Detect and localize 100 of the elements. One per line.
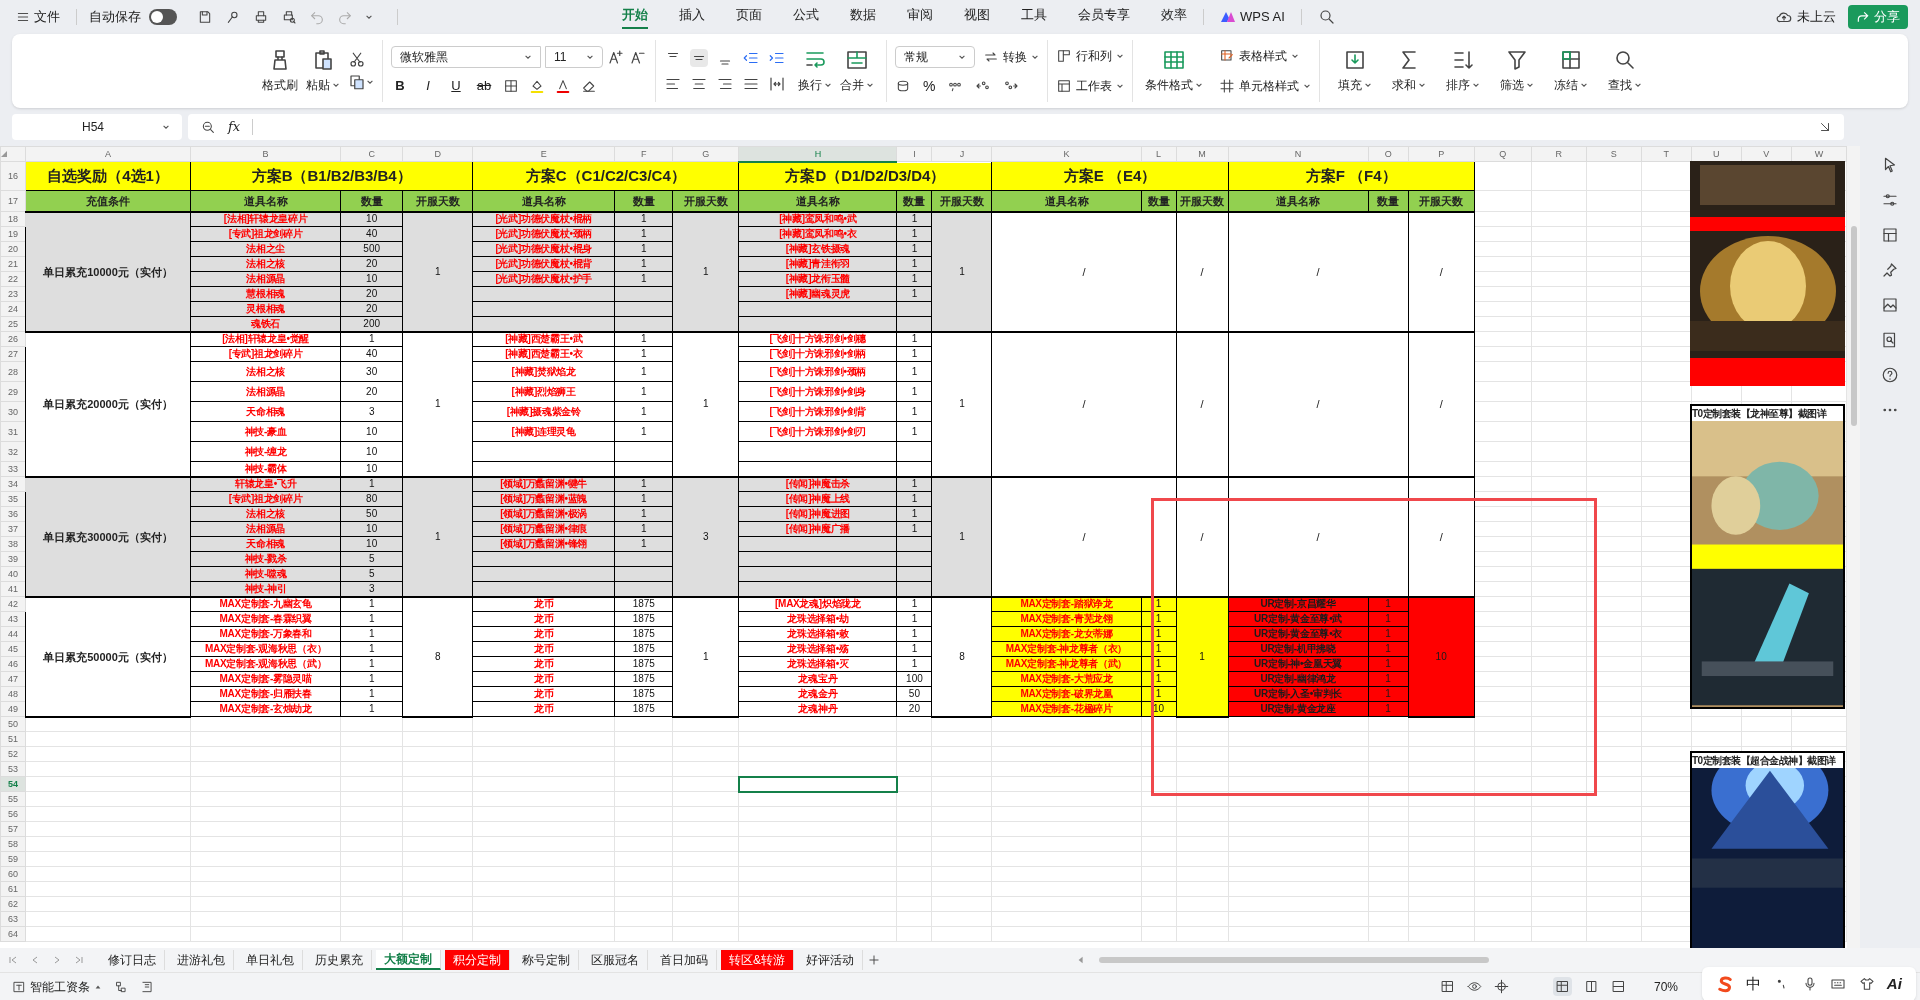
column-header[interactable]: G [672, 146, 739, 162]
sheet-tab[interactable]: 积分定制 [445, 950, 510, 970]
sheet-tab[interactable]: 转区&转游 [721, 950, 794, 970]
number-format-field[interactable]: 常规 [895, 45, 975, 68]
search-icon[interactable] [1317, 8, 1336, 26]
horizontal-scrollbar-thumb[interactable] [1099, 957, 1489, 963]
microphone-icon[interactable] [1802, 976, 1818, 992]
text-style-button[interactable]: I [419, 76, 437, 96]
scroll-left-icon[interactable] [1077, 956, 1085, 964]
cut-icon[interactable] [348, 51, 366, 69]
help-icon[interactable] [1881, 366, 1899, 384]
selected-cell[interactable] [738, 776, 897, 792]
percent-button[interactable]: % [923, 75, 936, 97]
normal-view-icon[interactable] [1554, 979, 1570, 994]
page-view-icon[interactable] [1583, 979, 1599, 994]
zoom-level[interactable]: 70% [1653, 977, 1678, 996]
ribbon-tab[interactable]: 公式 [793, 5, 819, 29]
conditional-format-button[interactable]: 条件格式 [1141, 48, 1207, 94]
sheet-tab[interactable]: 修订日志 [100, 950, 165, 970]
collapse-formula-icon[interactable] [1818, 120, 1832, 134]
wrap-text-button[interactable]: 换行 [794, 48, 836, 94]
row-number[interactable]: 32 [0, 441, 26, 462]
grow-font-icon[interactable] [607, 48, 625, 67]
column-header[interactable]: P [1408, 146, 1475, 162]
eye-icon[interactable] [1466, 979, 1482, 994]
font-color-icon[interactable] [555, 78, 571, 94]
column-header[interactable]: E [472, 146, 615, 162]
row-number[interactable]: 17 [0, 190, 26, 212]
filter-button[interactable]: 筛选 [1496, 48, 1538, 94]
column-header[interactable]: W [1791, 146, 1847, 162]
sort-button[interactable]: 排序 [1442, 48, 1484, 94]
column-header[interactable]: C [340, 146, 403, 162]
select-all-icon[interactable] [1, 151, 7, 157]
find-button[interactable]: 查找 [1604, 48, 1646, 94]
font-size-field[interactable]: 11 [545, 46, 603, 69]
column-header[interactable]: F [614, 146, 673, 162]
column-header[interactable]: Q [1474, 146, 1532, 162]
zoom-formula-icon[interactable] [200, 119, 216, 135]
input-mode-label[interactable]: 中 [1746, 972, 1762, 996]
row-number[interactable]: 16 [0, 161, 26, 191]
pin-icon[interactable] [225, 9, 241, 25]
column-header[interactable]: N [1228, 146, 1369, 162]
print-preview-icon[interactable] [281, 9, 297, 25]
sheet-tab[interactable]: 首日加码 [652, 950, 717, 970]
text-style-button[interactable]: B [391, 76, 409, 96]
format-painter-button[interactable]: 格式刷 [258, 48, 302, 94]
freeze-button[interactable]: 冻结 [1550, 48, 1592, 94]
image-icon[interactable] [1881, 296, 1899, 314]
save-icon[interactable] [197, 9, 213, 25]
ribbon-tab[interactable]: 数据 [850, 5, 876, 29]
row-number[interactable]: 29 [0, 381, 26, 402]
row-number[interactable]: 31 [0, 421, 26, 442]
column-header[interactable]: U [1691, 146, 1742, 162]
ribbon-tab[interactable]: 页面 [736, 5, 762, 29]
ribbon-tab[interactable]: 工具 [1021, 5, 1047, 29]
column-header[interactable]: R [1531, 146, 1587, 162]
share-button[interactable]: 分享 [1848, 5, 1908, 29]
row-number[interactable]: 30 [0, 401, 26, 422]
cloud-status-button[interactable]: 未上云 [1775, 7, 1836, 27]
name-box[interactable]: H54 [12, 114, 182, 140]
column-header[interactable]: T [1641, 146, 1692, 162]
ribbon-tab[interactable]: 插入 [679, 5, 705, 29]
layout-icon[interactable] [140, 979, 154, 994]
ribbon-tab[interactable]: 开始 [622, 5, 648, 29]
eraser-icon[interactable] [581, 78, 597, 94]
column-header[interactable]: M [1176, 146, 1229, 162]
text-style-button[interactable]: ab [475, 76, 493, 96]
sheet-tab[interactable]: 进游礼包 [169, 950, 234, 970]
ai-assistant-label[interactable]: Ai [1886, 972, 1902, 996]
macro-icon[interactable] [114, 979, 128, 994]
pin-icon[interactable] [1881, 261, 1899, 279]
merge-button[interactable]: 合并 [836, 48, 878, 94]
sheet-tab[interactable]: 称号定制 [514, 950, 579, 970]
sliders-icon[interactable] [1881, 191, 1899, 209]
ribbon-tab[interactable]: 审阅 [907, 5, 933, 29]
column-header[interactable]: I [896, 146, 932, 162]
sheet-tab[interactable]: 单日礼包 [238, 950, 303, 970]
sheet-icon[interactable] [1881, 226, 1899, 244]
column-header[interactable]: B [190, 146, 341, 162]
scrollbar-thumb[interactable] [1850, 226, 1857, 426]
crosshair-icon[interactable] [1493, 979, 1509, 994]
ribbon-tab[interactable]: 会员专享 [1078, 5, 1130, 29]
table-style-button[interactable]: 表格样式 [1219, 45, 1311, 67]
fill-button[interactable]: 填充 [1334, 48, 1376, 94]
sheet-tab[interactable]: 大额定制 [376, 950, 441, 970]
cell-style-button[interactable]: 单元格样式 [1219, 75, 1311, 97]
fill-color-icon[interactable] [529, 78, 545, 94]
worksheet-button[interactable]: 工作表 [1056, 75, 1124, 97]
column-header[interactable]: V [1741, 146, 1792, 162]
ribbon-tab[interactable]: 视图 [964, 5, 990, 29]
table-view-icon[interactable] [1439, 979, 1455, 994]
payroll-button[interactable]: 智能工资条 [12, 977, 102, 996]
function-label[interactable]: fx [228, 117, 241, 137]
column-header[interactable]: L [1141, 146, 1177, 162]
convert-button[interactable]: 转换 [983, 45, 1039, 68]
column-header[interactable]: O [1368, 146, 1409, 162]
file-menu[interactable]: 文件 [12, 7, 64, 27]
column-header[interactable]: A [25, 146, 191, 162]
column-header[interactable]: S [1586, 146, 1642, 162]
distribute-icon[interactable] [768, 75, 786, 93]
